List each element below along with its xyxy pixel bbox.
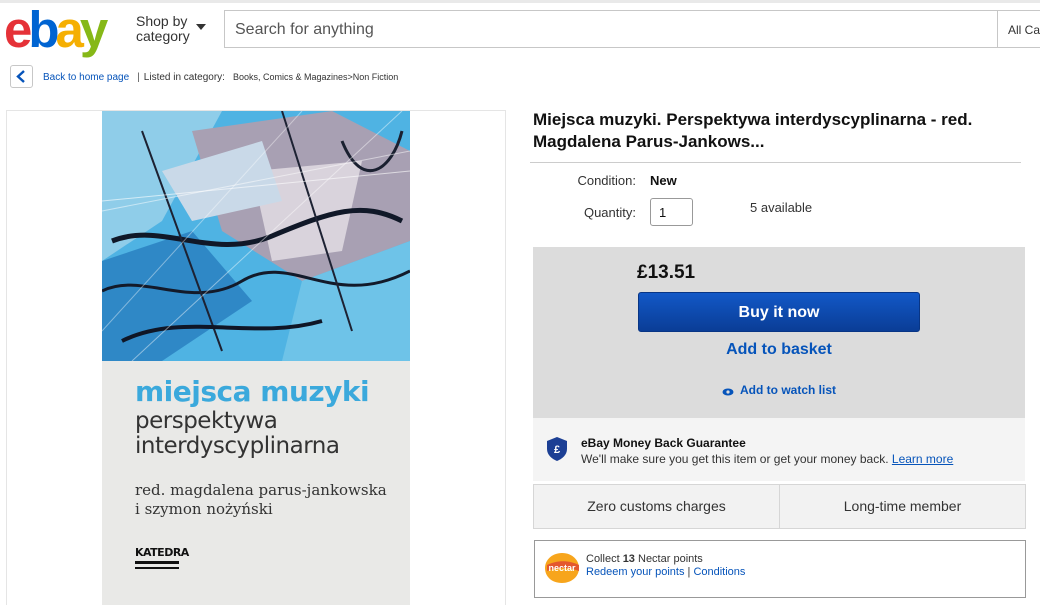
nectar-logo: nectar xyxy=(545,553,579,583)
publisher-logo: KATEDRA xyxy=(135,547,189,577)
chevron-down-icon xyxy=(196,24,206,30)
search-bar[interactable]: Search for anything All Categories xyxy=(224,10,1040,48)
svg-text:£: £ xyxy=(554,444,560,456)
chevron-left-icon xyxy=(16,70,25,83)
svg-text:nectar: nectar xyxy=(548,563,576,573)
category-label: category xyxy=(136,28,190,44)
cover-artwork xyxy=(102,111,410,361)
ebay-logo[interactable]: ebay xyxy=(4,2,108,58)
item-title: Miejsca muzyki. Perspektywa interdyscypl… xyxy=(533,110,973,151)
shop-by-label: Shop by xyxy=(136,13,188,29)
quantity-input[interactable]: 1 xyxy=(650,198,693,226)
redeem-points-link[interactable]: Redeem your points xyxy=(586,566,684,578)
divider xyxy=(530,162,1021,163)
cover-title: miejsca muzyki xyxy=(135,375,370,408)
all-categories-select[interactable]: All Categories xyxy=(997,11,1040,47)
breadcrumb: Back to home page | Listed in category: Boo… xyxy=(43,72,398,83)
learn-more-link[interactable]: Learn more xyxy=(892,452,953,466)
add-to-watch-list-link[interactable]: Add to watch list xyxy=(638,383,920,397)
add-to-basket-button[interactable]: Add to basket xyxy=(638,341,920,359)
shield-icon: £ xyxy=(547,437,567,461)
guarantee-title: eBay Money Back Guarantee xyxy=(581,436,746,450)
cover-authors: red. magdalena parus-jankowska i szymon … xyxy=(135,481,387,518)
guarantee-text: We'll make sure you get this item or get… xyxy=(581,452,954,466)
feature-long-time-member: Long-time member xyxy=(779,484,1026,529)
condition-value: New xyxy=(650,173,677,188)
available-count: 5 available xyxy=(750,200,813,215)
back-button[interactable] xyxy=(10,65,33,88)
buy-it-now-button[interactable]: Buy it now xyxy=(638,292,920,332)
nectar-links: Redeem your points | Conditions xyxy=(586,566,746,578)
price: £13.51 xyxy=(637,262,696,283)
category-path-link[interactable]: Books, Comics & Magazines>Non Fiction xyxy=(233,72,398,82)
book-cover-image[interactable]: miejsca muzyki perspektywa interdyscypli… xyxy=(102,111,410,605)
eye-icon xyxy=(722,388,734,396)
nectar-collect-text: Collect 13 Nectar points xyxy=(586,553,703,565)
back-to-home-link[interactable]: Back to home page xyxy=(43,72,129,83)
feature-zero-customs: Zero customs charges xyxy=(533,484,780,529)
condition-label: Condition: xyxy=(577,173,636,188)
top-border xyxy=(0,0,1040,3)
conditions-link[interactable]: Conditions xyxy=(693,566,745,578)
breadcrumb-separator: | xyxy=(137,72,140,83)
quantity-label: Quantity: xyxy=(583,205,636,220)
listed-in-label: Listed in category: xyxy=(143,72,225,83)
search-input[interactable]: Search for anything xyxy=(235,21,374,39)
cover-subtitle: perspektywa interdyscyplinarna xyxy=(135,408,340,459)
shop-by-category-button[interactable]: Shop by category xyxy=(136,13,206,44)
